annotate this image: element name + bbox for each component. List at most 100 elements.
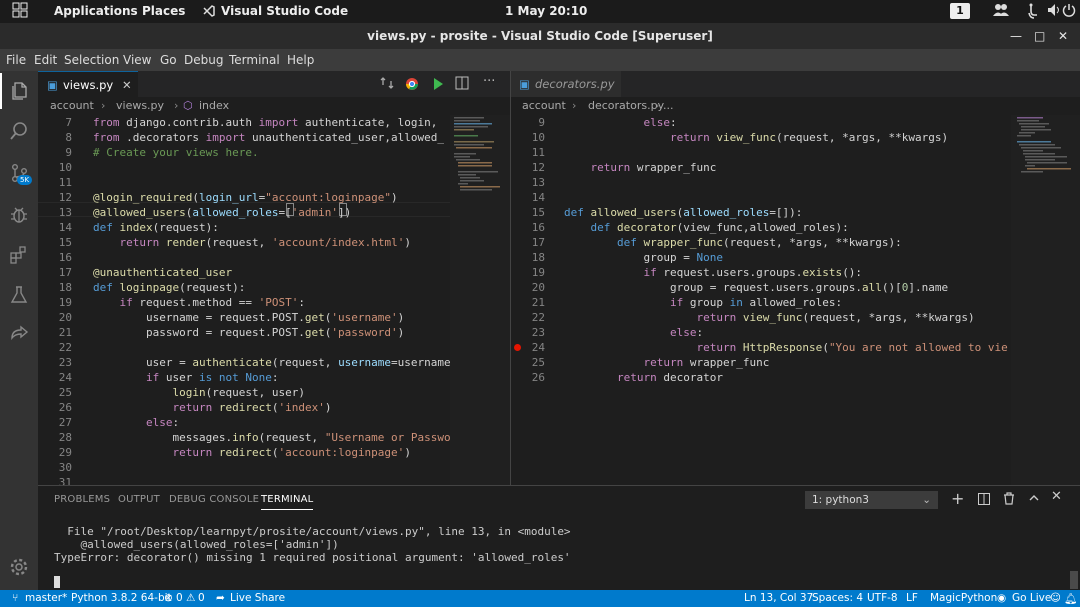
tab-decorators-py[interactable]: ▣ decorators.py	[511, 71, 621, 97]
split-editor-icon[interactable]	[455, 76, 469, 93]
warnings-count[interactable]: 0	[198, 592, 205, 604]
menu-edit[interactable]: Edit	[34, 53, 57, 67]
code-line[interactable]: username = request.POST.get('username')	[93, 310, 404, 325]
terminal-selector[interactable]: 1: python3 ⌄	[805, 491, 938, 509]
python-interpreter[interactable]: Python 3.8.2 64-bit	[71, 592, 172, 604]
breadcrumb-item[interactable]: index	[199, 97, 229, 115]
code-line[interactable]: group = None	[564, 250, 722, 265]
more-actions-icon[interactable]: ···	[483, 74, 495, 89]
code-line[interactable]: return HttpResponse("You are not allowed…	[564, 340, 1007, 355]
end-of-line[interactable]: LF	[906, 592, 918, 604]
code-line[interactable]: if request.users.groups.exists():	[564, 265, 862, 280]
code-line[interactable]: @login_required(login_url="account:login…	[93, 190, 398, 205]
code-line[interactable]: return view_func(request, *args, **kwarg…	[564, 310, 974, 325]
power-icon[interactable]	[1062, 3, 1076, 20]
tab-debug-console[interactable]: DEBUG CONSOLE	[169, 494, 259, 505]
code-line[interactable]: @allowed_users(allowed_roles=['admin'])	[93, 205, 351, 220]
new-terminal-icon[interactable]: +	[951, 489, 964, 508]
cursor-position[interactable]: Ln 13, Col 37	[744, 592, 813, 604]
chrome-preview-icon[interactable]	[405, 77, 419, 94]
close-icon[interactable]: ✕	[1058, 23, 1068, 49]
applications-menu[interactable]: Applications	[54, 4, 138, 18]
code-line[interactable]: return wrapper_func	[564, 160, 717, 175]
code-line[interactable]: user = authenticate(request, username=us…	[93, 355, 450, 370]
code-line[interactable]: return redirect('account:loginpage')	[93, 445, 410, 460]
tab-views-py[interactable]: ▣ views.py ✕	[38, 71, 138, 97]
code-line[interactable]: if request.method == 'POST':	[93, 295, 305, 310]
code-line[interactable]: return wrapper_func	[564, 355, 769, 370]
code-line[interactable]: def decorator(view_func,allowed_roles):	[564, 220, 849, 235]
code-area-left[interactable]: 7 from django.contrib.auth import authent…	[38, 115, 450, 485]
search-icon[interactable]	[0, 113, 38, 149]
indentation[interactable]: Spaces: 4	[812, 592, 863, 604]
maximize-icon[interactable]: □	[1034, 23, 1045, 49]
active-app-name[interactable]: Visual Studio Code	[221, 4, 348, 18]
encoding[interactable]: UTF-8	[867, 592, 898, 604]
code-line[interactable]: def index(request):	[93, 220, 219, 235]
code-line[interactable]: messages.info(request, "Username or Pass…	[93, 430, 450, 445]
live-share-icon[interactable]	[0, 317, 38, 353]
breadcrumb-item[interactable]: views.py	[116, 97, 164, 115]
minimize-icon[interactable]: —	[1010, 23, 1022, 49]
tab-problems[interactable]: PROBLEMS	[54, 494, 110, 505]
accessibility-icon[interactable]	[1027, 3, 1041, 22]
notifications-bell-icon[interactable]: 🔔︎	[1064, 592, 1077, 605]
test-flask-icon[interactable]	[0, 277, 38, 313]
breadcrumb-item[interactable]: account	[50, 97, 94, 115]
split-terminal-icon[interactable]	[978, 493, 990, 508]
clock[interactable]: 1 May 20:10	[505, 4, 587, 18]
trash-icon[interactable]	[1003, 492, 1015, 508]
extensions-icon[interactable]	[0, 237, 38, 273]
problems-count[interactable]: 0	[176, 592, 183, 604]
tab-close-icon[interactable]: ✕	[122, 72, 132, 98]
volume-icon[interactable]	[1047, 3, 1061, 20]
settings-gear-icon[interactable]	[0, 549, 38, 585]
code-line[interactable]: def allowed_users(allowed_roles=[]):	[564, 205, 802, 220]
open-changes-icon[interactable]	[380, 76, 394, 93]
code-line[interactable]: def wrapper_func(request, *args, **kwarg…	[564, 235, 902, 250]
code-line[interactable]: else:	[564, 325, 703, 340]
breakpoint-icon[interactable]	[514, 344, 521, 351]
code-line[interactable]: return view_func(request, *args, **kwarg…	[564, 130, 948, 145]
code-line[interactable]: if group in allowed_roles:	[564, 295, 842, 310]
breadcrumb-item[interactable]: ...	[663, 97, 674, 115]
code-line[interactable]: # Create your views here.	[93, 145, 259, 160]
code-line[interactable]: from .decorators import unauthenticated_…	[93, 130, 444, 145]
menu-go[interactable]: Go	[160, 53, 177, 67]
menu-file[interactable]: File	[6, 53, 26, 67]
code-line[interactable]: group = request.users.groups.all()[0].na…	[564, 280, 948, 295]
code-line[interactable]: login(request, user)	[93, 385, 304, 400]
breadcrumb-item[interactable]: account	[522, 97, 566, 115]
git-branch[interactable]: master*	[25, 592, 67, 604]
code-line[interactable]: if user is not None:	[93, 370, 279, 385]
menu-view[interactable]: View	[123, 53, 151, 67]
minimap-right[interactable]	[1011, 115, 1080, 485]
breadcrumb-item[interactable]: decorators.py	[588, 97, 664, 115]
tab-output[interactable]: OUTPUT	[118, 494, 160, 505]
code-line[interactable]: password = request.POST.get('password')	[93, 325, 404, 340]
code-line[interactable]: return redirect('index')	[93, 400, 331, 415]
workspace-indicator[interactable]: 1	[950, 3, 970, 19]
terminal-scrollbar[interactable]	[1070, 571, 1078, 589]
activities-icon[interactable]	[12, 2, 28, 21]
menu-help[interactable]: Help	[287, 53, 314, 67]
run-icon[interactable]	[432, 77, 444, 94]
go-live-button[interactable]: Go Live	[1012, 592, 1051, 604]
debug-icon[interactable]	[0, 197, 38, 233]
code-line[interactable]: else:	[564, 115, 676, 130]
explorer-icon[interactable]	[0, 73, 38, 109]
code-line[interactable]: return decorator	[564, 370, 723, 385]
menu-selection[interactable]: Selection	[64, 53, 119, 67]
language-mode[interactable]: MagicPython	[930, 592, 997, 604]
people-icon[interactable]	[993, 3, 1009, 20]
code-line[interactable]: from django.contrib.auth import authenti…	[93, 115, 437, 130]
code-line[interactable]: @unauthenticated_user	[93, 265, 232, 280]
places-menu[interactable]: Places	[142, 4, 185, 18]
source-control-icon[interactable]: 5K	[0, 155, 38, 191]
close-panel-icon[interactable]: ✕	[1051, 489, 1062, 504]
tab-terminal[interactable]: TERMINAL	[261, 494, 314, 510]
code-line[interactable]: return render(request, 'account/index.ht…	[93, 235, 411, 250]
maximize-panel-icon[interactable]	[1028, 492, 1040, 507]
code-area-right[interactable]: 9 else: 10 return view_func(request, *arg…	[511, 115, 1011, 485]
feedback-icon[interactable]: ☺	[1050, 592, 1061, 604]
